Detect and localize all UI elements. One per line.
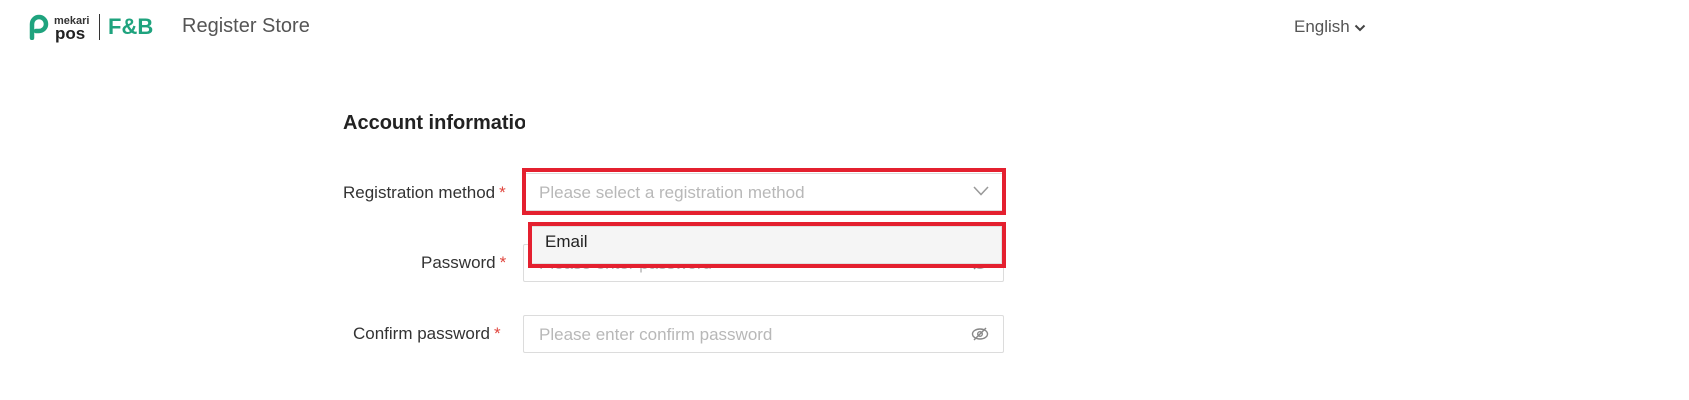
registration-method-label: Registration method * (343, 183, 506, 203)
brand-main-text: pos (55, 24, 86, 43)
language-label: English (1294, 17, 1350, 36)
chevron-down-icon (1354, 24, 1365, 32)
confirm-password-label: Confirm password * (353, 324, 501, 344)
confirm-password-label-text: Confirm password (353, 324, 490, 343)
required-mark: * (499, 253, 507, 272)
product-name: F&B (108, 14, 154, 39)
registration-method-label-text: Registration method (343, 183, 496, 202)
confirm-password-placeholder: Please enter confirm password (539, 325, 773, 344)
eye-off-icon[interactable] (971, 326, 989, 342)
page-title: Register Store (182, 15, 310, 37)
logo-divider (99, 14, 100, 40)
language-selector[interactable]: English (1294, 17, 1366, 37)
email-option-highlight (528, 222, 1006, 268)
mekari-logo-icon (29, 14, 49, 40)
confirm-password-input[interactable]: Please enter confirm password (523, 315, 1004, 353)
password-label: Password * (421, 253, 506, 273)
section-title: Account information (343, 112, 525, 134)
password-label-text: Password (421, 253, 496, 272)
required-mark: * (499, 183, 506, 202)
registration-method-highlight (522, 168, 1006, 215)
required-mark: * (494, 324, 501, 343)
